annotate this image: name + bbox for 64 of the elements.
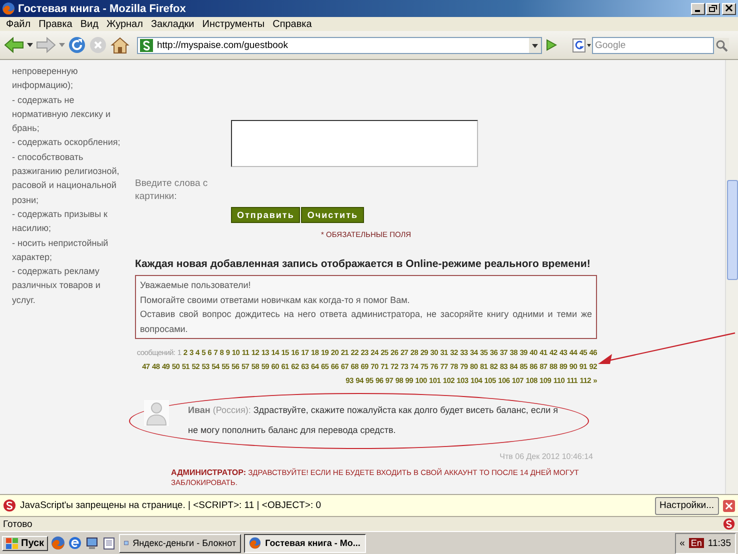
rule-text: - содержать оскорбления; (12, 136, 122, 150)
tray-expand-button[interactable]: « (680, 538, 685, 548)
firefox-logo-icon (249, 537, 262, 549)
captcha-label: Введите слова с картинки: (135, 177, 209, 203)
rule-text: - носить непристойный характер; (12, 236, 110, 264)
clear-button[interactable]: Очистить (301, 207, 364, 223)
close-icon (724, 4, 734, 13)
vertical-scrollbar[interactable] (725, 60, 738, 494)
notification-message: JavaScript'ы запрещены на странице. | <SCRIPT>: 11 | <OBJECT>: 0 (20, 500, 322, 511)
status-text: Готово (3, 518, 34, 530)
window-title: Гостевая книга - Mozilla Firefox (18, 2, 187, 14)
windows-logo-icon (6, 538, 18, 548)
site-favicon-icon (140, 38, 153, 52)
close-button[interactable] (722, 2, 736, 14)
menu-item[interactable]: Закладки (146, 18, 198, 30)
taskbar-button[interactable]: Яндекс-деньги - Блокнот (119, 534, 242, 552)
restore-button[interactable] (706, 2, 720, 14)
captcha-input[interactable] (231, 120, 478, 167)
close-icon[interactable] (723, 500, 735, 512)
user-avatar-icon (144, 400, 169, 426)
menu-item[interactable]: Вид (76, 18, 102, 30)
submit-button[interactable]: Отправить (231, 207, 300, 223)
notice-text: Помогайте своими ответами новичкам как когда-то я помог Вам. (140, 294, 411, 307)
rule-text: - содержать призывы к насилию; (12, 208, 108, 236)
menu-item[interactable]: Инструменты (198, 18, 269, 30)
firefox-logo-icon (2, 2, 15, 15)
start-button[interactable]: Пуск (2, 536, 48, 550)
language-indicator[interactable]: En (688, 538, 704, 548)
notice-text: Оставив свой вопрос дождитесь на него ответа администратора, не засоряйте книгу одними и теми же вопросами. (140, 308, 592, 336)
scrollbar-thumb[interactable] (727, 180, 738, 280)
search-engine-icon[interactable] (572, 38, 592, 52)
comment-date: Чтв 06 Дек 2012 10:46:14 (498, 452, 593, 461)
back-arrow-icon[interactable] (4, 36, 24, 54)
address-text: http://myspaise.com/guestbook (156, 40, 289, 50)
menu-item[interactable]: Правка (34, 18, 76, 30)
rule-text: - содержать не нормативную лексику и брань; (12, 94, 112, 136)
dropdown-caret-icon[interactable] (529, 38, 541, 52)
menu-item[interactable]: Файл (2, 18, 35, 30)
rule-text: - способствовать разжиганию религиозной, расовой и национальной розни; (12, 150, 120, 207)
noscript-logo-icon[interactable] (723, 518, 735, 530)
restore-icon (708, 4, 718, 13)
search-field[interactable]: Google (592, 36, 714, 54)
home-icon[interactable] (110, 36, 130, 54)
address-field[interactable]: http://myspaise.com/guestbook (137, 36, 542, 54)
dropdown-caret-icon[interactable] (27, 43, 33, 47)
notice-text: Уважаемые пользователи! (140, 279, 252, 292)
section-heading: Каждая новая добавленная запись отображается в Online-режиме реального времени! (135, 258, 592, 270)
rule-text: - содержать рекламу различных товаров и услуг. (12, 265, 102, 307)
minimize-button[interactable] (691, 2, 705, 14)
reload-icon[interactable] (68, 36, 86, 54)
clock-text: 11:35 (708, 538, 731, 548)
firefox-logo-icon[interactable] (51, 536, 66, 550)
settings-button[interactable]: Настройки... (654, 496, 719, 514)
rule-text: непроверенную информацию); (12, 65, 79, 92)
search-icon[interactable] (714, 38, 729, 52)
go-arrow-icon[interactable] (545, 38, 557, 52)
desktop-icon[interactable] (85, 536, 100, 550)
menu-item[interactable]: Справка (268, 18, 316, 30)
comment-text: Иван (Россия): Здраствуйте, скажите пожалуйста как долго будет висеть баланс, если я не могу пополнить баланс для перевода средств. (188, 404, 560, 437)
browser-e-icon[interactable] (68, 536, 82, 550)
start-label: Пуск (21, 538, 44, 548)
menu-item[interactable]: Журнал (102, 18, 147, 30)
taskbar-button[interactable]: Гостевая книга - Мо... (244, 534, 366, 552)
noscript-logo-icon (3, 499, 16, 512)
